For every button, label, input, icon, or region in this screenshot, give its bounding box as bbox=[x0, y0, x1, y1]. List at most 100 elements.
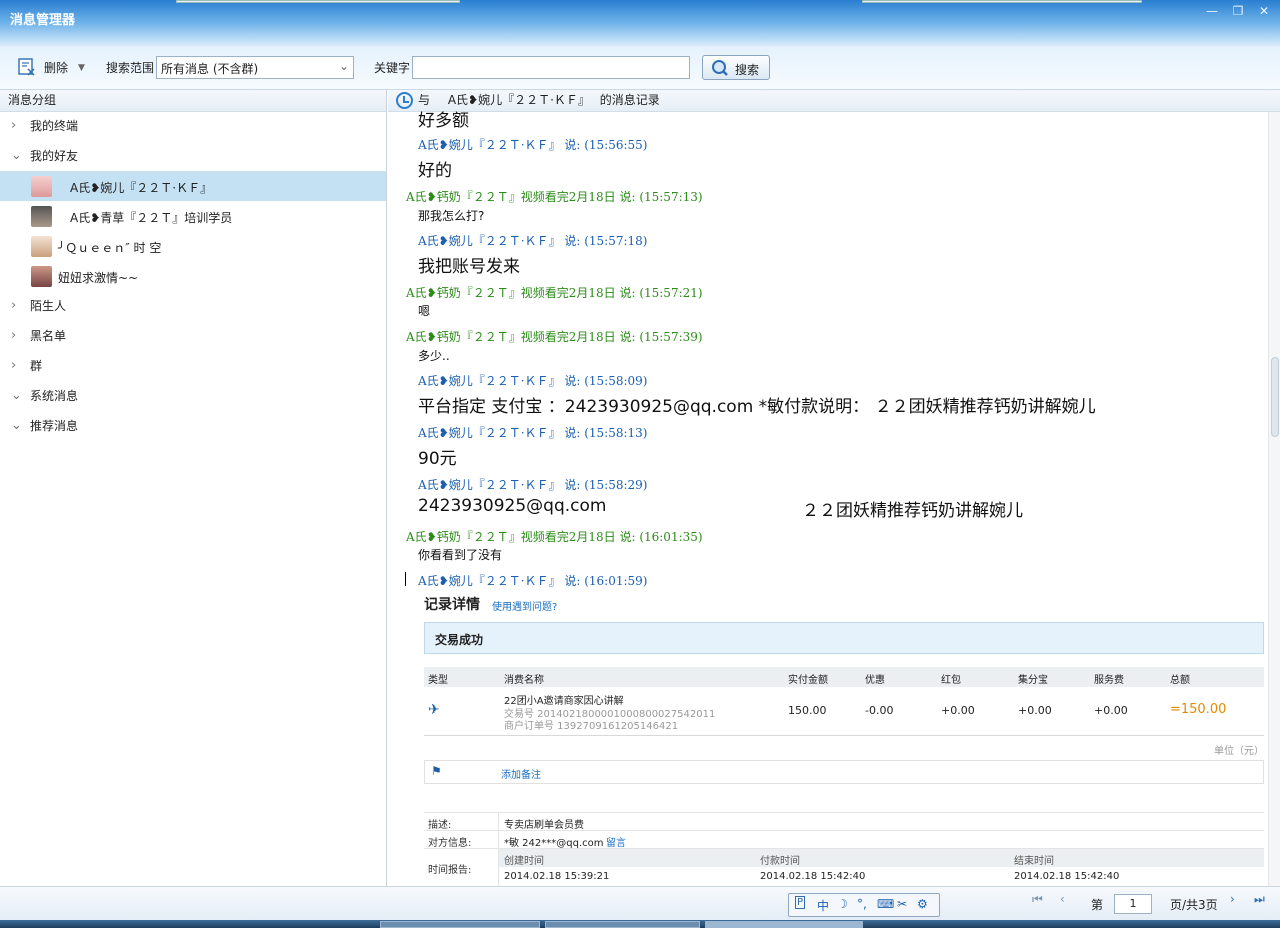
friend-item[interactable]: 妞妞求激情~~ bbox=[0, 261, 386, 291]
receipt-status-bar: 交易成功 bbox=[424, 622, 1264, 654]
add-note-row: ⚑ 添加备注 bbox=[424, 760, 1264, 784]
message-header: A氏❥钙奶『２２Ｔ』视频看完2月18日 说: (15:57:21) bbox=[406, 286, 703, 300]
window-title: 消息管理器 bbox=[10, 13, 76, 28]
message-text: 好的 bbox=[418, 161, 452, 181]
restore-icon[interactable]: ❐ bbox=[1230, 4, 1246, 18]
chevron-down-icon[interactable]: ⌄ bbox=[339, 59, 349, 73]
chevron-right-icon[interactable]: › bbox=[11, 111, 25, 141]
clock-icon bbox=[396, 92, 413, 109]
chevron-down-icon[interactable]: ⌄ bbox=[11, 411, 25, 441]
payment-receipt-image: 记录详情 使用遇到问题? 交易成功 类型 消费名称 实付金额 优惠 红包 集分宝… bbox=[418, 590, 1264, 886]
message-text: 90元 bbox=[418, 449, 457, 469]
os-taskbar bbox=[0, 920, 1280, 928]
ime-tool-icon[interactable]: ✂ bbox=[897, 897, 907, 911]
message-text: 那我怎么打? bbox=[418, 209, 485, 223]
delete-dropdown-icon[interactable]: ▼ bbox=[78, 58, 85, 78]
record-header-suffix: 的消息记录 bbox=[599, 93, 660, 107]
message-text: 平台指定 支付宝 ：2423930925@qq.com *敏付款说明： ２２团妖… bbox=[418, 397, 1096, 417]
search-icon bbox=[712, 60, 728, 76]
minimize-icon[interactable]: — bbox=[1204, 4, 1220, 18]
avatar bbox=[31, 236, 52, 257]
taskbar-button[interactable] bbox=[380, 921, 540, 928]
ime-punct-icon[interactable]: °, bbox=[857, 897, 867, 911]
ime-logo-icon[interactable]: P bbox=[795, 896, 806, 909]
taskbar-button[interactable] bbox=[545, 921, 700, 928]
message-text: 我把账号发来 bbox=[418, 257, 520, 277]
taskbar-button[interactable] bbox=[705, 921, 863, 928]
message-header: A氏❥婉儿『２２Ｔ·ＫＦ』 说: (15:57:18) bbox=[418, 234, 648, 248]
close-icon[interactable]: ✕ bbox=[1256, 4, 1272, 18]
chevron-right-icon[interactable]: › bbox=[11, 321, 25, 351]
group-header: 消息分组 bbox=[0, 90, 386, 112]
last-page-icon[interactable]: ⏭ bbox=[1254, 892, 1265, 907]
message-header: A氏❥婉儿『２２Ｔ·ＫＦ』 说: (16:01:59) bbox=[418, 574, 648, 588]
message-record-panel: 与 A氏❥婉儿『２２Ｔ·ＫＦ』 的消息记录 好多额 A氏❥婉儿『２２Ｔ·ＫＦ』 … bbox=[388, 90, 1280, 886]
group-blacklist[interactable]: › 黑名单 bbox=[0, 321, 386, 351]
group-system-messages[interactable]: ⌄ 系统消息 bbox=[0, 381, 386, 411]
scope-value: 所有消息 (不含群) bbox=[161, 62, 259, 76]
avatar bbox=[31, 206, 52, 227]
message-link[interactable]: 留言 bbox=[606, 834, 626, 849]
vertical-scrollbar[interactable] bbox=[1268, 112, 1280, 886]
message-text: ２２团妖精推荐钙奶讲解婉儿 bbox=[802, 501, 1023, 521]
ime-moon-icon[interactable]: ☽ bbox=[837, 897, 848, 911]
chevron-right-icon[interactable]: › bbox=[11, 351, 25, 381]
keyword-input[interactable] bbox=[412, 56, 690, 79]
receipt-table-header: 类型 消费名称 实付金额 优惠 红包 集分宝 服务费 总额 bbox=[424, 667, 1264, 687]
transfer-icon: ✈ bbox=[428, 702, 440, 718]
chevron-right-icon[interactable]: › bbox=[11, 291, 25, 321]
status-bar: P 中 ☽ °, ⌨ ✂ ⚙ ⏮ ‹ 第 1 页/共3页 › ⏭ bbox=[0, 886, 1280, 920]
message-text: 多少.. bbox=[418, 349, 450, 363]
message-text: 好多额 bbox=[418, 111, 469, 131]
record-header-contact: A氏❥婉儿『２２Ｔ·ＫＦ』 bbox=[447, 93, 590, 107]
group-my-terminal[interactable]: › 我的终端 bbox=[0, 111, 386, 141]
message-header: A氏❥钙奶『２２Ｔ』视频看完2月18日 说: (16:01:35) bbox=[406, 530, 703, 544]
window-edge bbox=[862, 0, 1142, 3]
avatar bbox=[31, 266, 52, 287]
chevron-down-icon[interactable]: ⌄ bbox=[11, 381, 25, 411]
message-text: 你看看到了没有 bbox=[418, 548, 503, 562]
friend-item[interactable]: A氏❥青草『２２Ｔ』培训学员 bbox=[0, 201, 386, 231]
ime-chinese-mode[interactable]: 中 bbox=[817, 897, 829, 914]
receipt-status: 交易成功 bbox=[435, 633, 484, 647]
scope-select[interactable]: 所有消息 (不含群) ⌄ bbox=[156, 56, 354, 79]
chevron-down-icon[interactable]: ⌄ bbox=[11, 141, 25, 171]
add-note-link[interactable]: 添加备注 bbox=[501, 766, 541, 781]
message-header: A氏❥婉儿『２２Ｔ·ＫＦ』 说: (15:58:13) bbox=[418, 426, 648, 440]
message-text: 嗯 bbox=[418, 304, 431, 318]
flag-icon: ⚑ bbox=[431, 764, 442, 778]
receipt-unit: 单位（元） bbox=[1214, 746, 1264, 757]
group-my-friends[interactable]: ⌄ 我的好友 bbox=[0, 141, 386, 171]
prev-page-icon[interactable]: ‹ bbox=[1060, 892, 1065, 906]
scope-label: 搜索范围 bbox=[106, 61, 155, 75]
search-button[interactable]: 搜索 bbox=[702, 55, 770, 80]
message-header: A氏❥婉儿『２２Ｔ·ＫＦ』 说: (15:58:29) bbox=[418, 478, 648, 492]
group-recommended[interactable]: ⌄ 推荐消息 bbox=[0, 411, 386, 441]
delete-icon[interactable] bbox=[18, 58, 36, 76]
receipt-row: ✈ 22团小A邀请商家因心讲解 交易号 20140218000010008000… bbox=[424, 688, 1264, 736]
next-page-icon[interactable]: › bbox=[1230, 892, 1235, 906]
keyword-label: 关键字 bbox=[374, 61, 411, 75]
keyboard-icon[interactable]: ⌨ bbox=[877, 897, 894, 911]
page-label: 第 bbox=[1091, 898, 1104, 912]
page-total: 页/共3页 bbox=[1170, 898, 1218, 912]
message-header: A氏❥婉儿『２２Ｔ·ＫＦ』 说: (15:56:55) bbox=[418, 138, 648, 152]
group-tree-panel: 消息分组 › 我的终端 ⌄ 我的好友 A氏❥婉儿『２２Ｔ·ＫＦ』 A氏❥青草『２… bbox=[0, 90, 387, 886]
friend-item[interactable]: A氏❥婉儿『２２Ｔ·ＫＦ』 bbox=[0, 171, 386, 201]
receipt-help-link[interactable]: 使用遇到问题? bbox=[492, 598, 557, 613]
title-bar: 消息管理器 — ❐ ✕ bbox=[0, 0, 1280, 46]
friend-item[interactable]: ╯Ｑｕｅｅｎ″ 时 空 bbox=[0, 231, 386, 261]
page-input[interactable]: 1 bbox=[1114, 894, 1152, 914]
message-header: A氏❥婉儿『２２Ｔ·ＫＦ』 说: (15:58:09) bbox=[418, 374, 648, 388]
scrollbar-thumb[interactable] bbox=[1271, 357, 1279, 437]
group-groups[interactable]: › 群 bbox=[0, 351, 386, 381]
delete-button[interactable]: 删除 bbox=[44, 58, 68, 78]
first-page-icon[interactable]: ⏮ bbox=[1032, 892, 1043, 907]
wrench-icon[interactable]: ⚙ bbox=[917, 897, 928, 911]
message-header: A氏❥钙奶『２２Ｔ』视频看完2月18日 说: (15:57:39) bbox=[406, 330, 703, 344]
group-strangers[interactable]: › 陌生人 bbox=[0, 291, 386, 321]
message-header: A氏❥钙奶『２２Ｔ』视频看完2月18日 说: (15:57:13) bbox=[406, 190, 703, 204]
search-button-label: 搜索 bbox=[735, 63, 760, 77]
avatar bbox=[31, 176, 52, 197]
ime-toolbar[interactable]: P 中 ☽ °, ⌨ ✂ ⚙ bbox=[788, 893, 940, 917]
